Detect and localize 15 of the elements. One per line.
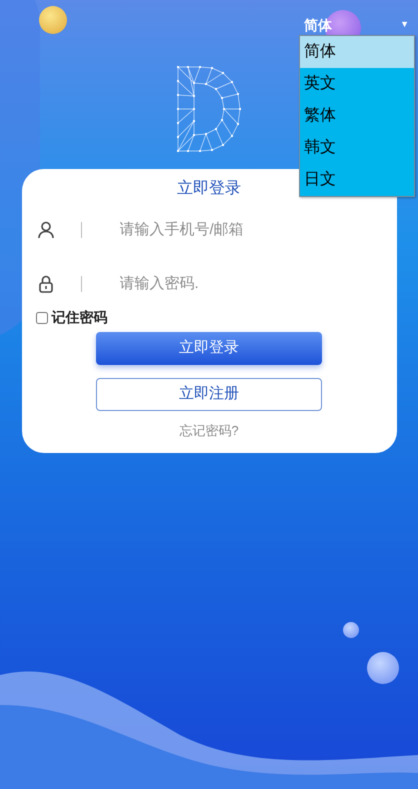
remember-label: 记住密码	[52, 308, 108, 327]
language-option[interactable]: 日文	[300, 164, 414, 196]
register-button[interactable]: 立即注册	[96, 378, 322, 411]
language-option[interactable]: 繁体	[300, 100, 414, 132]
card-title: 立即登录	[177, 178, 241, 199]
user-icon	[38, 221, 54, 239]
lock-icon	[38, 275, 52, 293]
account-field[interactable]: 请输入手机号/邮箱	[120, 218, 370, 242]
forgot-password-link[interactable]: 忘记密码?	[179, 421, 239, 440]
language-option[interactable]: 英文	[300, 68, 414, 100]
remember-checkbox[interactable]	[36, 312, 48, 324]
password-field[interactable]: 请输入密码.	[120, 272, 370, 296]
login-button[interactable]: 立即登录	[96, 332, 322, 365]
language-option[interactable]: 简体	[300, 36, 414, 68]
language-option[interactable]: 韩文	[300, 132, 414, 164]
